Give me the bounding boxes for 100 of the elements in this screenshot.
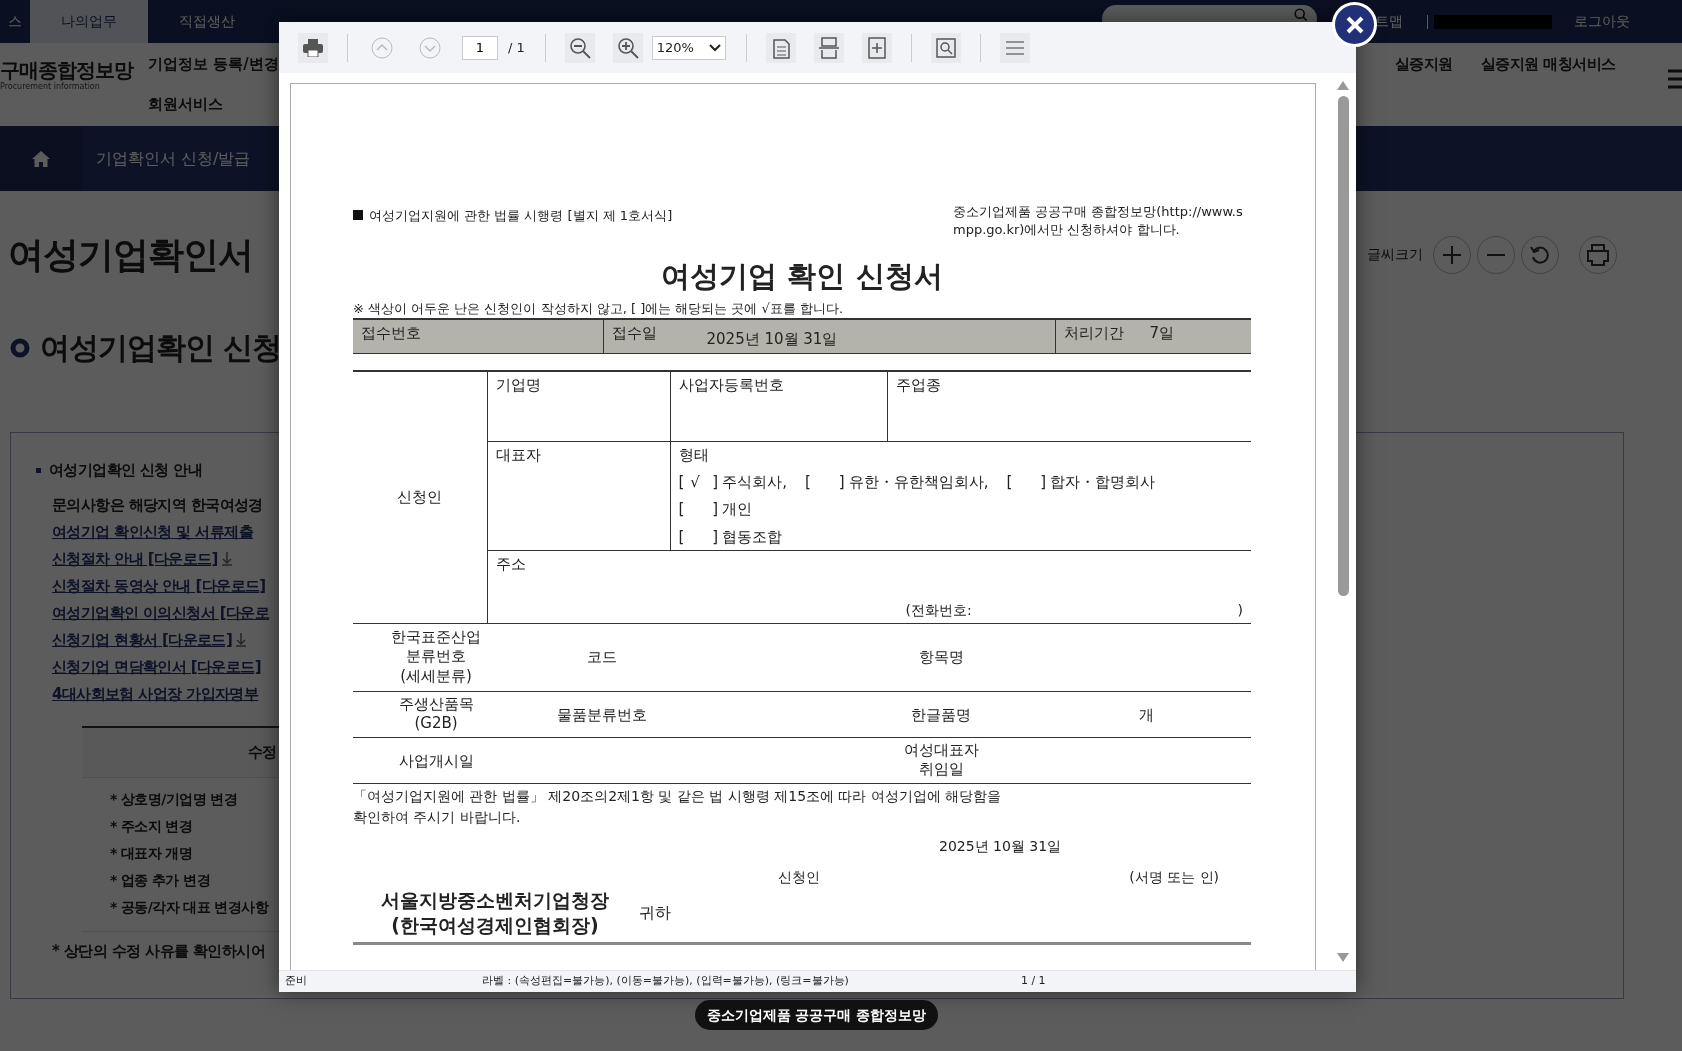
- download-link[interactable]: 4대사회보험 사업장 가입자명부: [52, 680, 259, 708]
- logo-title: 구매종합정보망: [0, 59, 135, 81]
- processing-period: 7일: [1149, 323, 1175, 345]
- applicant-label: 신청인: [778, 868, 820, 888]
- revision-item: * 상호명/기업명 변경: [109, 789, 237, 809]
- zoom-in-button[interactable]: [612, 32, 643, 63]
- fit-width-button[interactable]: [813, 32, 844, 63]
- receipt-date: 2025년 10월 31일: [706, 329, 838, 351]
- column-label: 여성대표자 취임일: [903, 740, 979, 780]
- download-link[interactable]: 여성기업확인 이의신청서 [다운로: [52, 599, 270, 627]
- field-label: 대표자: [495, 446, 541, 465]
- download-link[interactable]: 신청절차 안내 [다운로드]: [52, 545, 218, 573]
- page-width-icon: [817, 36, 840, 59]
- revision-note: * 상단의 수정 사유를 확인하시어: [52, 940, 265, 962]
- menu-item[interactable]: 기업정보 등록/변경: [148, 53, 279, 76]
- column-label: 개: [1138, 705, 1154, 724]
- type-option[interactable]: [ ] 유한・유한책임회사,: [805, 470, 989, 494]
- page-indicator: 1 / 1: [1020, 973, 1046, 990]
- type-option[interactable]: [ ] 개인: [678, 498, 753, 521]
- status-text: 준비: [285, 973, 307, 990]
- menu-button[interactable]: [999, 32, 1030, 63]
- menu-item[interactable]: 실증지원 매칭서비스: [1480, 53, 1616, 76]
- guide-intro: 문의사항은 해당지역 한국여성경: [52, 494, 263, 516]
- recipient-name: 서울지방중소벤처기업청장 (한국여성경제인협회장): [381, 888, 609, 938]
- page-plus-icon: [866, 36, 887, 59]
- zoom-select[interactable]: 120%: [651, 35, 726, 60]
- menu-item[interactable]: 실증지원: [1394, 53, 1453, 76]
- menu-icon: [1668, 67, 1682, 90]
- type-option[interactable]: [ ] 합자・합명회사: [1006, 470, 1156, 494]
- search-icon: [935, 37, 956, 58]
- column-label: 한글품명: [911, 705, 971, 724]
- page-total: / 1: [508, 38, 525, 57]
- bullet-icon: [36, 467, 41, 473]
- printer-icon: [303, 38, 323, 57]
- actual-size-button[interactable]: [861, 32, 892, 63]
- form-instruction: ※ 색상이 어두운 난은 신청인이 작성하지 않고, [ ]에는 해당되는 곳에 √표를 합니다.: [353, 299, 845, 318]
- form-reference: 여성기업지원에 관한 법률 시행령 [별지 제 1호서식]: [369, 207, 673, 225]
- phone-label: (전화번호:: [905, 600, 972, 620]
- revision-item: * 주소지 변경: [109, 816, 193, 836]
- download-link[interactable]: 여성기업 확인신청 및 서류제출: [52, 518, 254, 546]
- phone-close: ): [1237, 600, 1243, 620]
- revision-item: * 공동/각자 대표 변경사항: [109, 897, 269, 917]
- revision-item: * 업종 추가 변경: [109, 870, 210, 890]
- nav-tab[interactable]: 나의업무: [30, 0, 148, 43]
- form-title: 여성기업 확인 신청서: [660, 259, 944, 294]
- search-button[interactable]: [930, 32, 961, 63]
- site-toast: 중소기업제품 공공구매 종합정보망: [695, 1000, 938, 1030]
- type-option[interactable]: [ ] 협동조합: [678, 525, 783, 549]
- sitemap-link[interactable]: 트맵: [1375, 11, 1403, 32]
- search-icon: [1294, 8, 1307, 21]
- zoom-out-icon: [568, 36, 591, 59]
- field-label: 접수일: [611, 323, 657, 345]
- scroll-up-icon: [1337, 81, 1349, 90]
- page-icon: [770, 36, 791, 59]
- download-link[interactable]: 신청기업 현황서 [다운로드]: [52, 626, 233, 654]
- column-label: 물품분류번호: [557, 705, 647, 724]
- down-icon: [419, 36, 441, 59]
- field-label: 형태: [678, 446, 709, 465]
- square-icon: [353, 210, 363, 220]
- fit-page-button[interactable]: [765, 32, 796, 63]
- guide-heading: 여성기업확인 신청 안내: [49, 460, 203, 481]
- logo-subtitle: Procurement information: [0, 81, 101, 93]
- zoom-out-button[interactable]: [564, 32, 595, 63]
- recipient-suffix: 귀하: [639, 902, 671, 924]
- field-label: 주소: [495, 554, 527, 576]
- reset-icon: [1530, 244, 1550, 265]
- column-label: 항목명: [918, 648, 964, 667]
- applicant-label: 신청인: [397, 488, 443, 507]
- up-icon: [371, 36, 393, 59]
- printer-icon: [1586, 243, 1610, 266]
- breadcrumb-text: 기업확인서 신청/발급: [96, 147, 251, 170]
- status-label: 라벨 : (속성편집=불가능), (이동=불가능), (입력=불가능), (링크=불가능): [482, 973, 849, 990]
- signature-label: (서명 또는 인): [1129, 868, 1219, 888]
- plus-icon: [1442, 244, 1462, 265]
- zoom-out-button[interactable]: [1477, 235, 1515, 274]
- nav-tab[interactable]: 직접생산: [148, 0, 266, 43]
- field-label: 처리기간: [1063, 323, 1124, 345]
- type-option[interactable]: [ √ ] 주식회사,: [678, 470, 787, 494]
- row-label: 한국표준산업 분류번호 (세세분류): [391, 627, 481, 687]
- print-button[interactable]: [298, 32, 328, 63]
- application-date: 2025년 10월 31일: [939, 837, 1063, 857]
- minus-icon: [1486, 252, 1506, 257]
- ring-icon: [10, 338, 30, 358]
- font-size-label: 글씨크기: [1367, 245, 1423, 264]
- home-icon: [32, 150, 50, 167]
- close-icon: [1345, 15, 1364, 34]
- nav-tab[interactable]: 스: [0, 0, 30, 43]
- logout-link[interactable]: 로그아웃: [1574, 11, 1630, 32]
- chevron-icon: [708, 43, 721, 52]
- menu-icon: [1004, 39, 1025, 56]
- field-label: 주업종: [895, 375, 941, 394]
- row-label: 주생산품목 (G2B): [398, 694, 474, 734]
- field-label: 사업자등록번호: [678, 375, 784, 394]
- reset-button[interactable]: [1521, 235, 1559, 274]
- download-link[interactable]: 신청절차 동영상 안내 [다운로드]: [52, 572, 266, 600]
- menu-item[interactable]: 회원서비스: [148, 92, 279, 115]
- page-input[interactable]: 1: [462, 35, 498, 60]
- download-link[interactable]: 신청기업 면담확인서 [다운로드]: [52, 653, 261, 681]
- zoom-in-icon: [616, 36, 639, 59]
- zoom-in-button[interactable]: [1433, 235, 1471, 274]
